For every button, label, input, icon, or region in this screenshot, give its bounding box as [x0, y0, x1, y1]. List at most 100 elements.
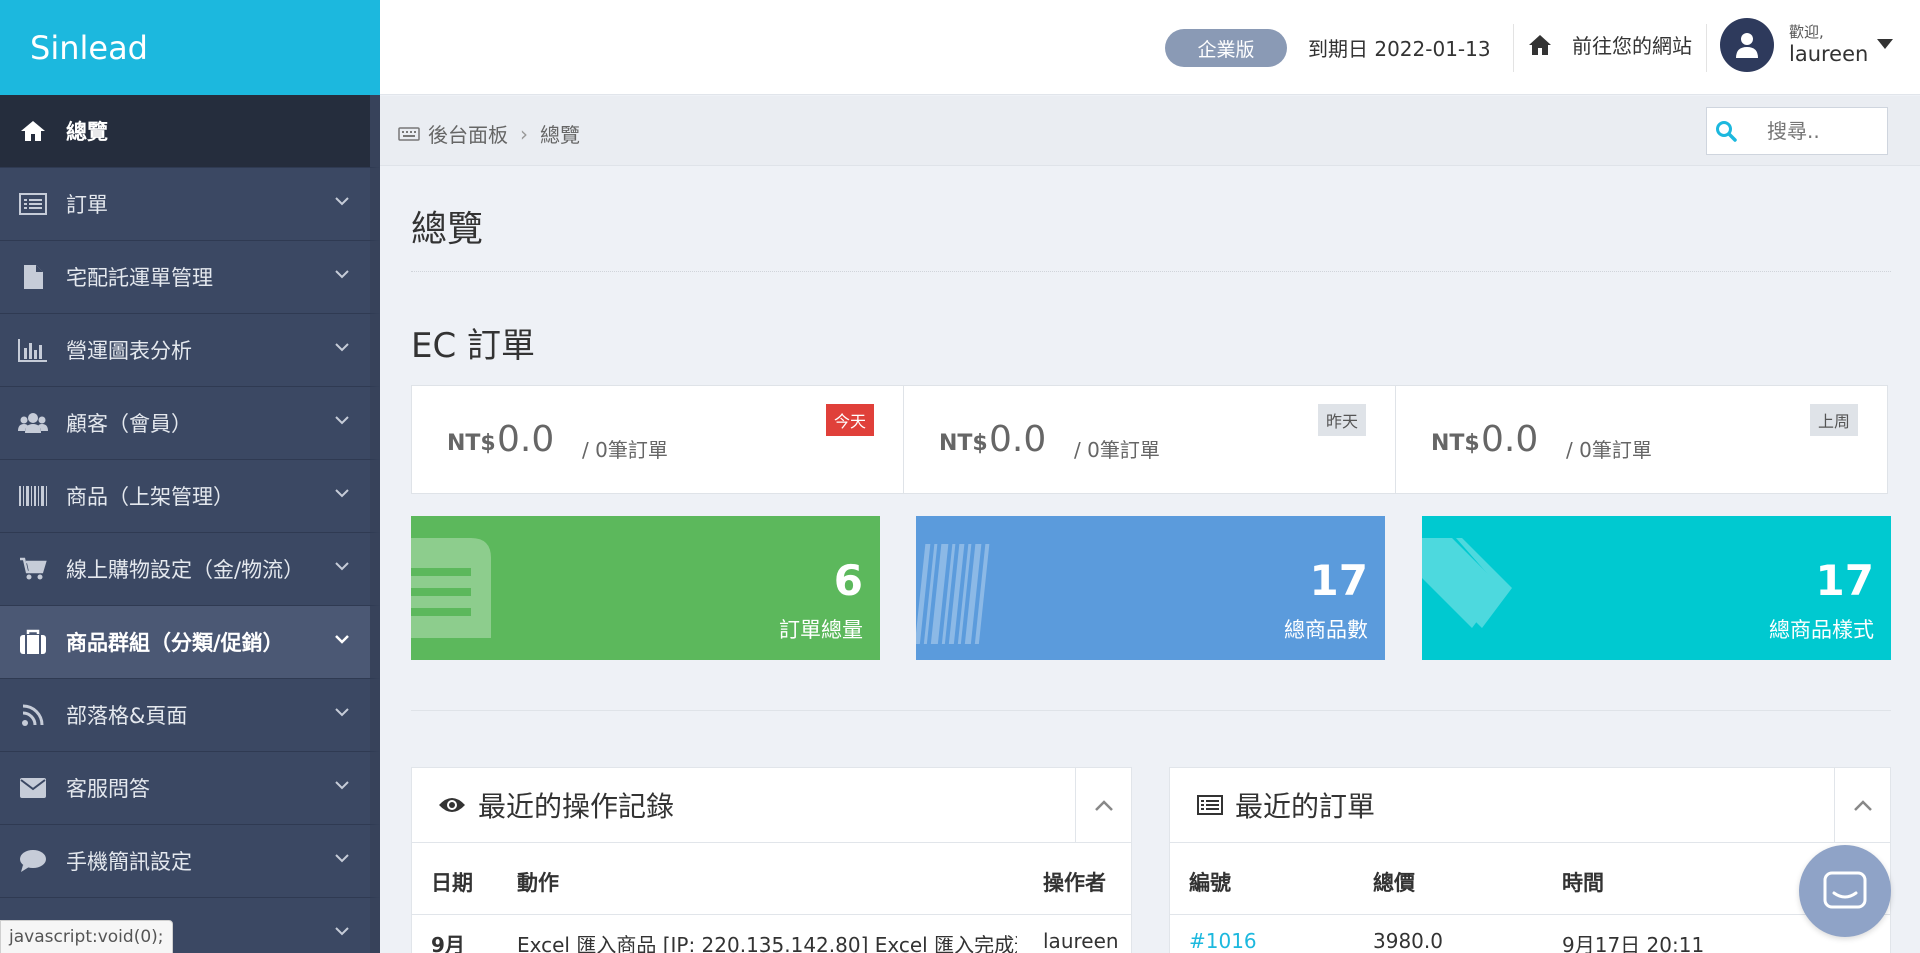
chat-icon	[1823, 871, 1867, 909]
amount-value: 0.0	[989, 419, 1047, 460]
tile-value: 6	[833, 556, 863, 605]
search-box[interactable]	[1706, 107, 1888, 155]
welcome-text: 歡迎,	[1789, 23, 1824, 41]
divider	[411, 710, 1891, 711]
sidebar-item-label: 營運圖表分析	[66, 339, 192, 363]
chevron-down-icon	[335, 635, 349, 644]
column-header: 動作	[517, 871, 559, 895]
sidebar-item-label: 訂單	[66, 193, 108, 217]
status-bar-url: javascript:void(0);	[0, 920, 173, 953]
sidebar-item-shipping[interactable]: 宅配託運單管理	[0, 241, 380, 314]
panel-header: 最近的操作記錄	[412, 768, 1131, 843]
tile-label: 總商品樣式	[1769, 618, 1874, 642]
sidebar-item-shop-settings[interactable]: 線上購物設定（金/物流）	[0, 533, 380, 606]
chevron-down-icon	[335, 343, 349, 352]
activity-panel: 最近的操作記錄 日期 動作 操作者 9月 Excel 匯入商品 [IP: 220…	[411, 767, 1132, 953]
search-input[interactable]	[1767, 119, 1887, 143]
brand-logo[interactable]: Sinlead	[0, 0, 380, 95]
page-title: 總覽	[411, 209, 484, 250]
chevron-down-icon	[335, 927, 349, 936]
tile-value: 17	[1815, 556, 1874, 605]
file-icon	[0, 264, 66, 290]
visit-site-label: 前往您的網站	[1572, 34, 1692, 58]
user-icon	[1736, 33, 1758, 58]
column-header: 時間	[1562, 871, 1604, 895]
sidebar-item-label: 手機簡訊設定	[66, 850, 192, 874]
sidebar-item-analytics[interactable]: 營運圖表分析	[0, 314, 380, 387]
table-row: #1016 3980.0 9月17日 20:11	[1170, 915, 1890, 953]
comment-icon	[0, 849, 66, 873]
sidebar-item-label: 宅配託運單管理	[66, 266, 213, 290]
order-count: / 0筆訂單	[582, 438, 668, 462]
tile-total-orders[interactable]: 6 訂單總量	[411, 516, 880, 660]
panel-title: 最近的操作記錄	[478, 790, 675, 823]
sidebar-item-sms[interactable]: 手機簡訊設定	[0, 825, 380, 898]
search-icon[interactable]	[1707, 120, 1745, 142]
sidebar-item-label: 線上購物設定（金/物流）	[66, 558, 305, 582]
sidebar-item-blog[interactable]: 部落格&頁面	[0, 679, 380, 752]
avatar[interactable]	[1720, 18, 1774, 72]
time-cell: 9月17日 20:11	[1562, 933, 1705, 953]
sidebar-item-label: 顧客（會員）	[66, 412, 192, 436]
sidebar-item-customers[interactable]: 顧客（會員）	[0, 387, 380, 460]
section-title: EC 訂單	[411, 326, 536, 366]
tile-total-products[interactable]: 17 總商品數	[916, 516, 1385, 660]
sidebar-item-label: 部落格&頁面	[66, 704, 188, 728]
period-badge: 上周	[1809, 404, 1858, 436]
chevron-up-icon	[1094, 799, 1113, 811]
tile-label: 總商品數	[1284, 618, 1368, 642]
sidebar-item-product-groups[interactable]: 商品群組（分類/促銷）	[0, 606, 380, 679]
chevron-down-icon	[335, 781, 349, 790]
user-menu[interactable]: 歡迎, laureen	[1789, 25, 1868, 65]
amount-value: 0.0	[1481, 419, 1539, 460]
chat-button[interactable]	[1799, 845, 1891, 937]
list-icon	[1197, 795, 1223, 815]
sidebar-item-products[interactable]: 商品（上架管理）	[0, 460, 380, 533]
column-header: 總價	[1373, 871, 1415, 895]
sidebar-item-orders[interactable]: 訂單	[0, 168, 380, 241]
breadcrumb-root[interactable]: 後台面板	[428, 119, 508, 148]
chevron-down-icon	[335, 562, 349, 571]
order-count: / 0筆訂單	[1566, 438, 1652, 462]
barcode-icon	[916, 544, 990, 644]
total-cell: 3980.0	[1373, 929, 1443, 953]
stat-today: NT$ 0.0 / 0筆訂單 今天	[411, 385, 904, 494]
eye-icon	[439, 798, 465, 812]
list-icon	[0, 193, 66, 215]
collapse-button[interactable]	[1075, 768, 1131, 843]
chevron-down-icon	[335, 197, 349, 206]
panel-header: 最近的訂單	[1170, 768, 1890, 843]
action-cell: Excel 匯入商品 [IP: 220.135.142.80] Excel 匯入…	[517, 933, 1017, 953]
stat-last-week: NT$ 0.0 / 0筆訂單 上周	[1395, 385, 1888, 494]
document-icon	[411, 538, 491, 638]
date-cell: 9月	[431, 933, 465, 953]
table-header: 日期 動作 操作者	[412, 843, 1131, 915]
sidebar-item-label: 商品群組（分類/促銷）	[66, 631, 284, 655]
tile-label: 訂單總量	[779, 618, 863, 642]
sidebar-item-label: 客服問答	[66, 777, 150, 801]
order-count: / 0筆訂單	[1074, 438, 1160, 462]
tile-total-variants[interactable]: 17 總商品樣式	[1422, 516, 1891, 660]
visit-site-link[interactable]: 前往您的網站	[1528, 30, 1692, 59]
table-header: 編號 總價 時間	[1170, 843, 1890, 915]
sidebar-item-label: 商品（上架管理）	[66, 485, 234, 509]
amount-value: 0.0	[497, 419, 555, 460]
period-badge: 昨天	[1317, 404, 1366, 436]
divider	[1513, 24, 1514, 72]
sidebar-item-overview[interactable]: 總覽	[0, 95, 380, 168]
sidebar-item-support[interactable]: 客服問答	[0, 752, 380, 825]
users-icon	[0, 411, 66, 435]
home-icon	[0, 119, 66, 143]
chevron-down-icon	[335, 854, 349, 863]
chevron-up-icon	[1853, 799, 1872, 811]
order-id-link[interactable]: #1016	[1189, 929, 1257, 953]
currency-label: NT$	[1431, 431, 1480, 456]
caret-down-icon[interactable]	[1877, 39, 1893, 49]
breadcrumb: 後台面板 › 總覽	[398, 119, 580, 148]
rss-icon	[0, 703, 66, 727]
period-badge: 今天	[825, 404, 874, 436]
collapse-button[interactable]	[1834, 768, 1890, 843]
currency-label: NT$	[447, 431, 496, 456]
keyboard-icon	[398, 126, 420, 141]
tags-icon	[1422, 538, 1512, 628]
